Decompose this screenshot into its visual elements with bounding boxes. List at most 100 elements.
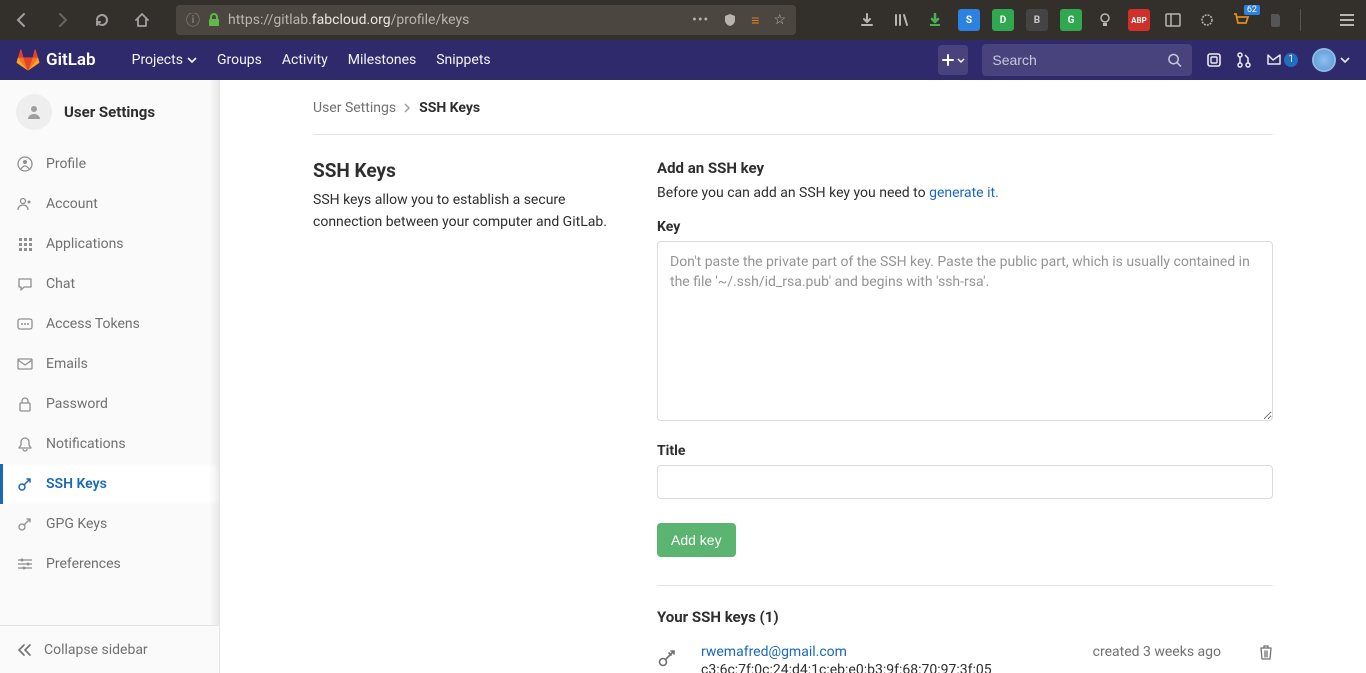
- sidebar: User Settings Profile Account Applicatio…: [0, 80, 220, 673]
- gitlab-fox-icon: [16, 48, 40, 72]
- breadcrumb-current: SSH Keys: [419, 100, 480, 116]
- sliders-icon: [16, 557, 34, 571]
- collapse-label: Collapse sidebar: [44, 642, 148, 658]
- shield-icon[interactable]: [723, 13, 737, 27]
- back-button[interactable]: [8, 6, 36, 34]
- main-content: User Settings SSH Keys SSH Keys SSH keys…: [220, 80, 1366, 673]
- extension-icon[interactable]: ≡: [751, 12, 759, 29]
- reload-button[interactable]: [88, 6, 116, 34]
- sidebar-item-ssh-keys[interactable]: SSH Keys: [0, 464, 219, 504]
- extension-b-icon[interactable]: B: [1026, 9, 1048, 31]
- grid-icon: [16, 237, 34, 251]
- key-fingerprint: c3:6c:7f:0c:24:d4:1c:eb:e0:b3:9f:68:70:9…: [701, 662, 1073, 673]
- search-icon: [1168, 53, 1182, 68]
- gear-ext-icon[interactable]: [1196, 9, 1218, 31]
- bell-icon: [16, 436, 34, 452]
- todos-badge: 1: [1284, 53, 1298, 67]
- title-input[interactable]: [657, 465, 1273, 499]
- sidebar-item-notifications[interactable]: Notifications: [0, 424, 219, 464]
- todos-icon[interactable]: 1: [1266, 53, 1298, 67]
- avatar: [1312, 48, 1336, 72]
- your-keys-heading: Your SSH keys (1): [657, 608, 1273, 626]
- ssh-key-row: rwemafred@gmail.com c3:6c:7f:0c:24:d4:1c…: [657, 644, 1273, 673]
- cart-ext-icon[interactable]: 62: [1230, 9, 1252, 31]
- extension-s-icon[interactable]: S: [958, 9, 980, 31]
- sidebar-item-label: SSH Keys: [46, 476, 107, 492]
- home-button[interactable]: [128, 6, 156, 34]
- add-key-button[interactable]: Add key: [657, 523, 736, 557]
- bookmark-star-icon[interactable]: ☆: [773, 12, 786, 28]
- token-icon: [16, 318, 34, 330]
- library-icon[interactable]: [890, 9, 912, 31]
- breadcrumb: User Settings SSH Keys: [313, 100, 1273, 135]
- key-label: Key: [657, 219, 1273, 235]
- page-title: SSH Keys: [313, 159, 633, 182]
- mail-icon: [16, 358, 34, 370]
- collapse-sidebar[interactable]: Collapse sidebar: [0, 625, 219, 673]
- search-input[interactable]: [992, 52, 1168, 68]
- info-icon: ⓘ: [186, 10, 200, 30]
- sidebar-item-label: GPG Keys: [46, 516, 107, 532]
- extension-g-icon[interactable]: G: [1060, 9, 1082, 31]
- generate-link[interactable]: generate it.: [929, 185, 999, 201]
- menu-icon[interactable]: [1336, 9, 1358, 31]
- delete-key-button[interactable]: [1259, 644, 1273, 660]
- sidebar-item-label: Account: [46, 196, 98, 212]
- extensions-tray: S D B G ABP 62: [856, 9, 1358, 31]
- lightbulb-icon[interactable]: [1094, 9, 1116, 31]
- key-icon: [16, 476, 34, 492]
- help-text: Before you can add an SSH key you need t…: [657, 185, 1273, 201]
- new-dropdown[interactable]: [938, 45, 968, 75]
- forward-button[interactable]: [48, 6, 76, 34]
- download-arrow-green-icon[interactable]: [924, 9, 946, 31]
- user-avatar-icon: [16, 94, 52, 130]
- sidebar-header[interactable]: User Settings: [0, 80, 219, 144]
- sidebar-item-chat[interactable]: Chat: [0, 264, 219, 304]
- sidebar-item-label: Chat: [46, 276, 75, 292]
- sidebar-item-label: Applications: [46, 236, 124, 252]
- brand-text: GitLab: [46, 50, 96, 70]
- add-key-heading: Add an SSH key: [657, 159, 1273, 177]
- sidebar-item-emails[interactable]: Emails: [0, 344, 219, 384]
- sidebar-ext-icon[interactable]: [1162, 9, 1184, 31]
- extension-d-icon[interactable]: D: [992, 9, 1014, 31]
- user-menu[interactable]: [1312, 48, 1350, 72]
- gitlab-logo[interactable]: GitLab: [16, 48, 96, 72]
- nav-projects[interactable]: Projects: [132, 52, 197, 68]
- issues-icon[interactable]: [1206, 52, 1222, 68]
- sidebar-item-label: Profile: [46, 156, 86, 172]
- sidebar-item-applications[interactable]: Applications: [0, 224, 219, 264]
- sidebar-item-preferences[interactable]: Preferences: [0, 544, 219, 584]
- sidebar-item-label: Notifications: [46, 436, 126, 452]
- sidebar-item-gpg-keys[interactable]: GPG Keys: [0, 504, 219, 544]
- sidebar-item-label: Password: [46, 396, 108, 412]
- key-email[interactable]: rwemafred@gmail.com: [701, 644, 1073, 660]
- sidebar-item-access-tokens[interactable]: Access Tokens: [0, 304, 219, 344]
- nav-snippets[interactable]: Snippets: [436, 52, 490, 68]
- chevron-left-double-icon: [16, 643, 32, 657]
- breadcrumb-parent[interactable]: User Settings: [313, 100, 396, 116]
- user-circle-icon: [16, 156, 34, 172]
- downloads-icon[interactable]: [856, 9, 878, 31]
- lock-icon: [208, 13, 220, 27]
- nav-milestones[interactable]: Milestones: [348, 52, 417, 68]
- nav-activity[interactable]: Activity: [282, 52, 328, 68]
- key-icon: [16, 516, 34, 532]
- evernote-ext-icon[interactable]: [1264, 9, 1286, 31]
- more-dots-icon[interactable]: •••: [692, 12, 709, 28]
- main-nav: Projects Groups Activity Milestones Snip…: [132, 52, 491, 68]
- page-description: SSH keys allow you to establish a secure…: [313, 190, 633, 233]
- search-field[interactable]: [982, 44, 1192, 76]
- account-icon: [16, 196, 34, 212]
- sidebar-item-password[interactable]: Password: [0, 384, 219, 424]
- key-textarea[interactable]: [657, 241, 1273, 421]
- title-label: Title: [657, 443, 1273, 459]
- merge-requests-icon[interactable]: [1236, 52, 1252, 68]
- browser-toolbar: ⓘ https://gitlab.fabcloud.org/profile/ke…: [0, 0, 1366, 40]
- nav-groups[interactable]: Groups: [217, 52, 262, 68]
- sidebar-item-label: Access Tokens: [46, 316, 140, 332]
- sidebar-item-account[interactable]: Account: [0, 184, 219, 224]
- address-bar[interactable]: ⓘ https://gitlab.fabcloud.org/profile/ke…: [176, 5, 796, 35]
- adblock-icon[interactable]: ABP: [1128, 9, 1150, 31]
- sidebar-item-profile[interactable]: Profile: [0, 144, 219, 184]
